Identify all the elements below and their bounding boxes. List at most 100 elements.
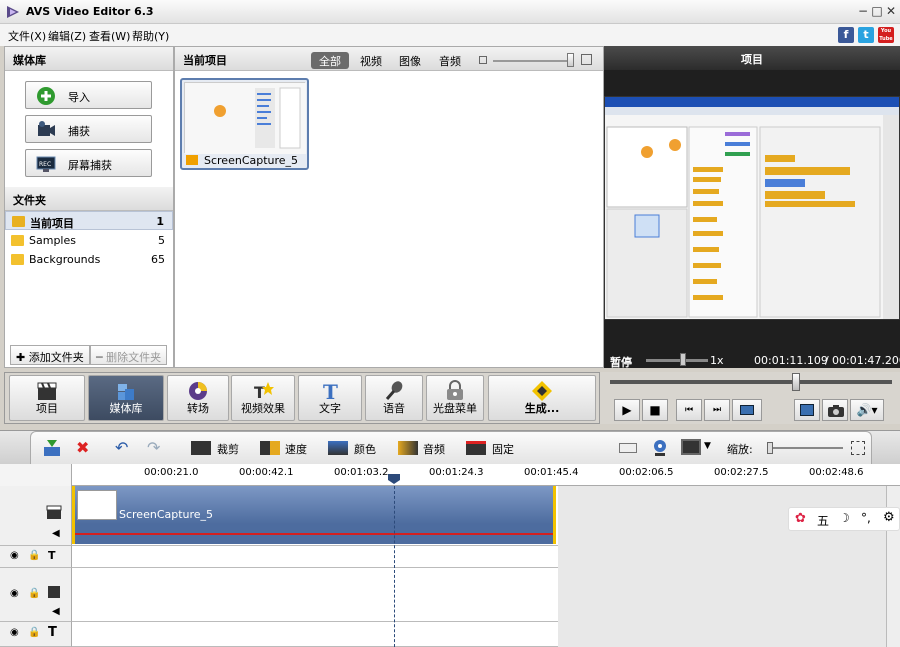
folder-count: 65 bbox=[151, 253, 165, 266]
tab-all[interactable]: 全部 bbox=[311, 52, 349, 69]
punctuation-icon[interactable]: °, bbox=[861, 511, 871, 525]
timeline-ruler[interactable]: 00:00:21.0 00:00:42.1 00:01:03.2 00:01:2… bbox=[0, 464, 900, 486]
maximize-button[interactable]: □ bbox=[870, 4, 884, 18]
trim-button[interactable]: 裁剪 bbox=[217, 441, 239, 457]
detach-preview-button[interactable] bbox=[794, 399, 820, 421]
produce-button[interactable]: 生成... bbox=[488, 375, 596, 421]
freeze-button[interactable]: 固定 bbox=[492, 441, 514, 457]
ime-toolbar[interactable]: ✿ 五 ☽ °, ⚙ bbox=[788, 507, 900, 531]
clip-audio[interactable] bbox=[72, 524, 556, 544]
play-button[interactable]: ▶ bbox=[614, 399, 640, 421]
redo-icon[interactable]: ↷ bbox=[147, 438, 160, 457]
split-icon[interactable] bbox=[619, 443, 637, 453]
camcorder-icon bbox=[36, 120, 56, 140]
monitor-rec-icon: REC bbox=[36, 154, 56, 174]
screen-capture-button[interactable]: REC 屏幕捕获 bbox=[25, 149, 152, 177]
timeline-clip[interactable]: ScreenCapture_5 bbox=[72, 486, 556, 524]
folder-count: 5 bbox=[158, 234, 165, 247]
text-button[interactable]: T 文字 bbox=[298, 375, 362, 421]
preview-video-frame bbox=[604, 96, 900, 320]
speaker-icon[interactable]: ◀ bbox=[52, 606, 60, 617]
close-button[interactable]: ✕ bbox=[884, 4, 898, 18]
seek-bar-handle[interactable] bbox=[792, 373, 800, 391]
camera-icon bbox=[828, 405, 844, 417]
media-item[interactable]: ScreenCapture_5 bbox=[180, 78, 309, 170]
moon-icon[interactable]: ☽ bbox=[839, 511, 850, 525]
eye-icon[interactable]: ◉ bbox=[10, 627, 19, 638]
lock-icon[interactable]: 🔒 bbox=[28, 588, 40, 599]
menu-edit[interactable]: 编辑(Z) bbox=[48, 28, 86, 44]
delete-icon[interactable]: ✖ bbox=[76, 438, 89, 457]
stop-button[interactable]: ■ bbox=[642, 399, 668, 421]
webcam-icon[interactable] bbox=[651, 439, 669, 457]
media-library-label: 媒体库 bbox=[109, 402, 143, 415]
video-effects-label: 视频效果 bbox=[241, 402, 285, 415]
menu-view[interactable]: 查看(W) bbox=[89, 28, 130, 44]
video-effects-button[interactable]: T 视频效果 bbox=[231, 375, 295, 421]
disc-menu-label: 光盘菜单 bbox=[433, 402, 477, 415]
transitions-button[interactable]: 转场 bbox=[167, 375, 229, 421]
thumb-size-slider[interactable] bbox=[493, 60, 573, 62]
folder-backgrounds[interactable]: Backgrounds 65 bbox=[5, 250, 173, 269]
twitter-icon[interactable]: t bbox=[858, 27, 874, 43]
tab-image[interactable]: 图像 bbox=[391, 52, 429, 69]
eye-icon[interactable]: ◉ bbox=[10, 588, 19, 599]
media-library-panel: 媒体库 导入 捕获 REC 屏幕捕获 文件夹 当前项目 1 Samples 5 … bbox=[4, 46, 174, 368]
folder-name: Backgrounds bbox=[29, 253, 101, 266]
media-library-button[interactable]: 媒体库 bbox=[88, 375, 164, 421]
paw-icon[interactable]: ✿ bbox=[795, 511, 806, 526]
timeline-toolbar: ✖ ↶ ↷ 裁剪 速度 颜色 音频 固定 ▼ 缩放: bbox=[0, 430, 900, 465]
overlay-track-lane[interactable] bbox=[72, 568, 558, 622]
color-button[interactable]: 颜色 bbox=[354, 441, 376, 457]
text-track-lane[interactable] bbox=[72, 622, 558, 647]
monitor-icon[interactable] bbox=[681, 439, 701, 455]
gear-icon[interactable]: ⚙ bbox=[883, 510, 895, 525]
capture-button[interactable]: 捕获 bbox=[25, 115, 152, 143]
capture-label: 捕获 bbox=[68, 125, 90, 138]
lock-icon[interactable]: 🔒 bbox=[28, 550, 40, 561]
chevron-down-icon[interactable]: ▼ bbox=[704, 441, 711, 451]
speaker-icon[interactable]: ◀ bbox=[52, 528, 60, 539]
delete-folder-button[interactable]: ━ 删除文件夹 bbox=[90, 345, 168, 365]
snapshot-button[interactable] bbox=[822, 399, 848, 421]
speed-slider-handle[interactable] bbox=[680, 353, 686, 366]
project-label: 项目 bbox=[36, 402, 58, 415]
add-folder-button[interactable]: ✚ 添加文件夹 bbox=[10, 345, 90, 365]
seek-bar[interactable] bbox=[610, 380, 892, 384]
previous-button[interactable]: ⏮ bbox=[676, 399, 702, 421]
menu-help[interactable]: 帮助(Y) bbox=[132, 28, 169, 44]
tab-video[interactable]: 视频 bbox=[352, 52, 390, 69]
import-button[interactable]: 导入 bbox=[25, 81, 152, 109]
zoom-slider[interactable] bbox=[767, 447, 843, 449]
fit-zoom-icon[interactable] bbox=[851, 441, 865, 455]
youtube-icon[interactable]: You Tube bbox=[878, 27, 894, 43]
video-track-lane[interactable]: ScreenCapture_5 bbox=[72, 486, 558, 546]
voice-button[interactable]: 语音 bbox=[365, 375, 423, 421]
lock-icon[interactable]: 🔒 bbox=[28, 627, 40, 638]
thumb-small-icon[interactable] bbox=[479, 56, 487, 64]
playhead-marker[interactable] bbox=[388, 474, 400, 484]
speed-slider[interactable] bbox=[646, 359, 708, 362]
fullscreen-button[interactable] bbox=[732, 399, 762, 421]
minimize-button[interactable]: − bbox=[856, 4, 870, 18]
project-button[interactable]: 项目 bbox=[9, 375, 85, 421]
svg-text:T: T bbox=[323, 380, 338, 402]
tab-audio[interactable]: 音频 bbox=[431, 52, 469, 69]
folder-samples[interactable]: Samples 5 bbox=[5, 231, 173, 250]
eye-icon[interactable]: ◉ bbox=[10, 550, 19, 561]
zoom-slider-handle[interactable] bbox=[767, 442, 773, 454]
disc-menu-button[interactable]: 光盘菜单 bbox=[426, 375, 484, 421]
facebook-icon[interactable]: f bbox=[838, 27, 854, 43]
undo-icon[interactable]: ↶ bbox=[115, 438, 128, 457]
storyboard-icon[interactable] bbox=[43, 440, 61, 456]
speed-button[interactable]: 速度 bbox=[285, 441, 307, 457]
volume-button[interactable]: 🔊▾ bbox=[850, 399, 884, 421]
menu-file[interactable]: 文件(X) bbox=[8, 28, 46, 44]
audio-button[interactable]: 音频 bbox=[423, 441, 445, 457]
thumb-size-slider-handle[interactable] bbox=[567, 53, 574, 67]
folder-current-project[interactable]: 当前项目 1 bbox=[5, 211, 173, 230]
thumb-large-icon[interactable] bbox=[581, 54, 592, 65]
effects-track-lane[interactable] bbox=[72, 546, 558, 568]
next-button[interactable]: ⏭ bbox=[704, 399, 730, 421]
ime-mode[interactable]: 五 bbox=[817, 512, 829, 529]
